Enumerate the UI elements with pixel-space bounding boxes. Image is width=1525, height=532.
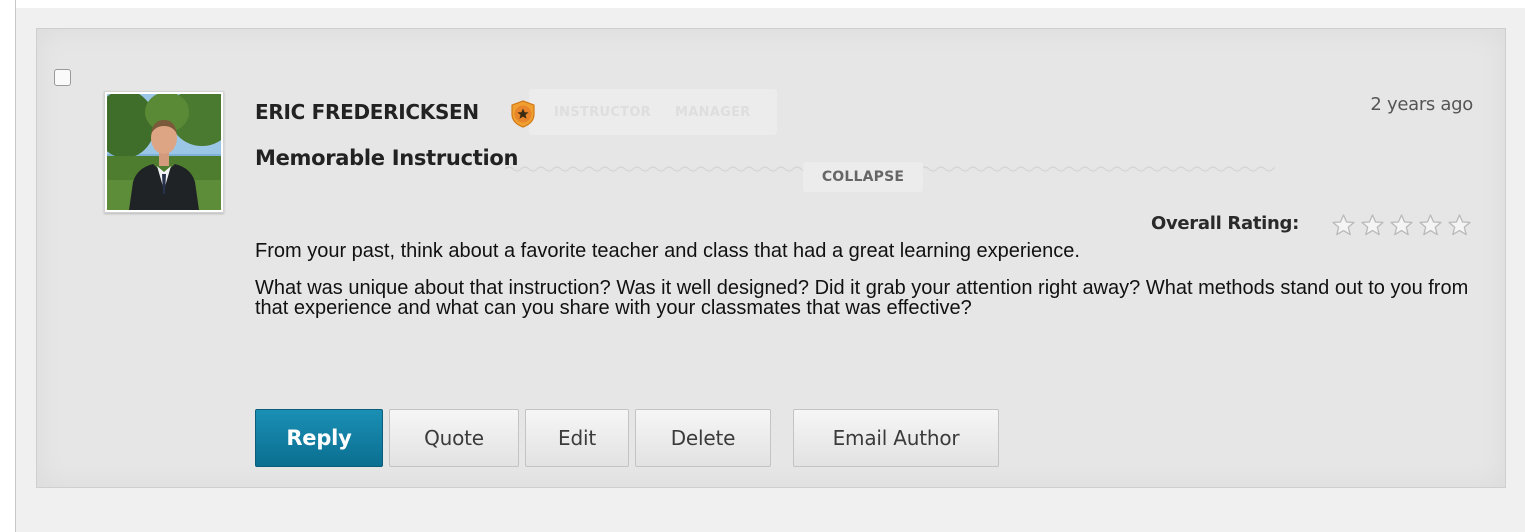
star-outline-icon[interactable] [1445,213,1474,237]
star-badge-icon [511,100,535,128]
author-avatar[interactable] [104,91,224,213]
delete-button[interactable]: Delete [635,409,771,467]
page-left-border [0,0,16,532]
email-author-button[interactable]: Email Author [793,409,999,467]
star-outline-icon[interactable] [1329,213,1358,237]
author-name[interactable]: ERIC FREDERICKSEN [255,100,479,124]
post-body-paragraph: From your past, think about a favorite t… [255,240,1080,262]
collapse-button[interactable]: COLLAPSE [803,162,923,192]
rating-stars[interactable] [1329,213,1474,237]
role-tag-instructor: INSTRUCTOR [554,104,651,120]
post-select-checkbox[interactable] [54,69,71,86]
reply-button[interactable]: Reply [255,409,383,467]
star-outline-icon[interactable] [1416,213,1445,237]
page-top-strip [16,0,1525,8]
edit-button[interactable]: Edit [525,409,629,467]
star-outline-icon[interactable] [1358,213,1387,237]
post-body-paragraph: What was unique about that instruction? … [255,277,1469,319]
avatar-photo [107,94,221,210]
overall-rating-label: Overall Rating: [1150,213,1299,234]
role-tags: INSTRUCTOR MANAGER [529,89,777,135]
post-timestamp: 2 years ago [1370,94,1473,115]
post-title: Memorable Instruction [255,146,519,170]
post-body: From your past, think about a favorite t… [255,241,1475,335]
role-tag-manager: MANAGER [674,104,751,120]
quote-button[interactable]: Quote [389,409,519,467]
discussion-post: ERIC FREDERICKSEN INSTRUCTOR MANAGER Mem… [36,28,1506,488]
star-outline-icon[interactable] [1387,213,1416,237]
